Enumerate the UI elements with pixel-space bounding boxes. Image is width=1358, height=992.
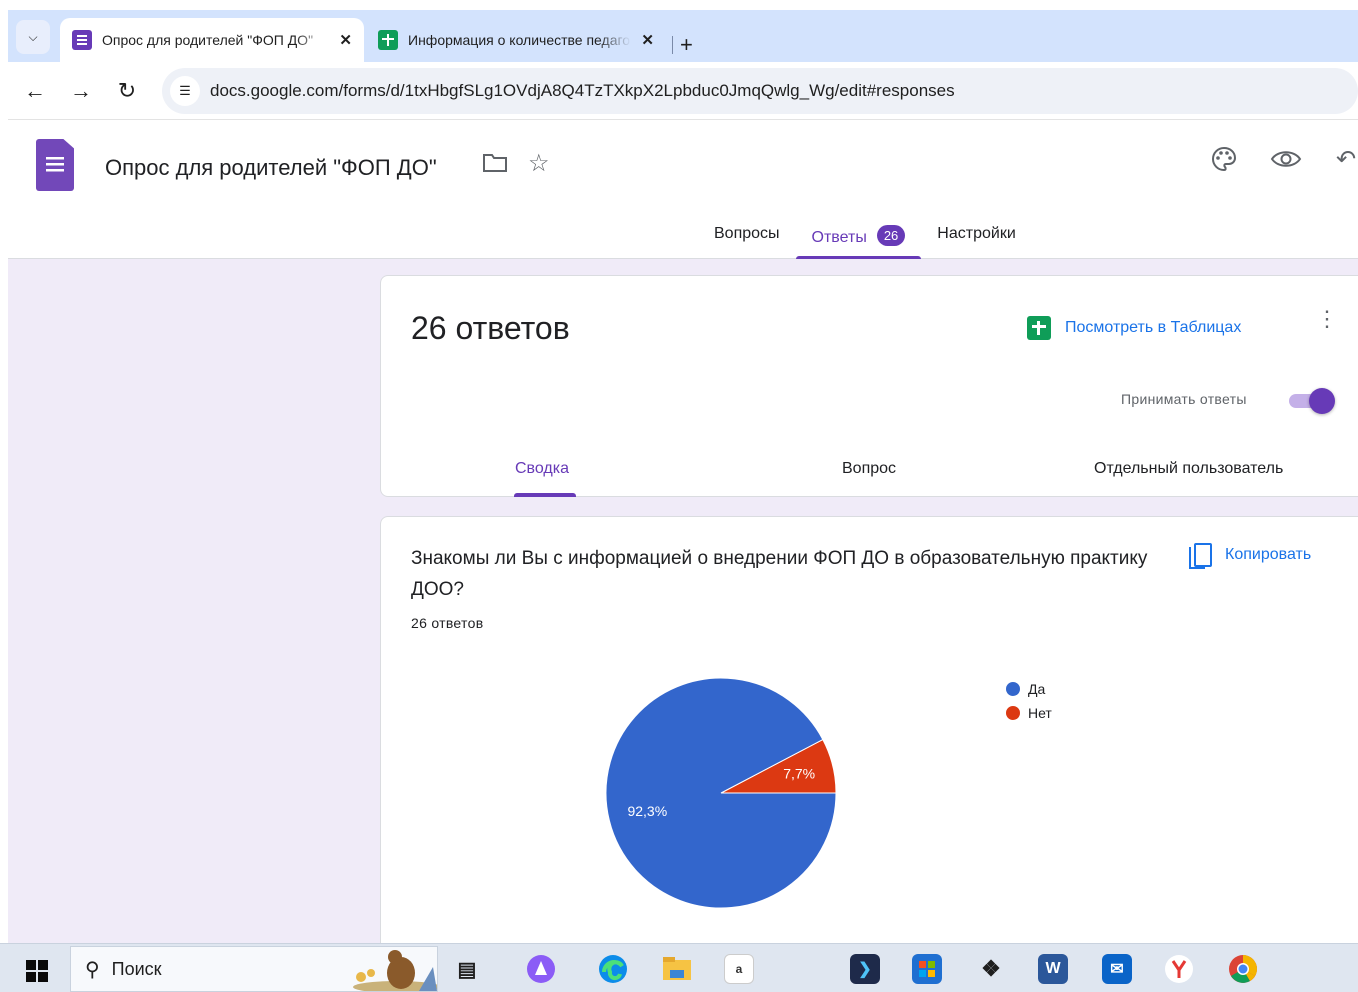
tab-label: Ответы (811, 229, 867, 246)
forward-arrow-icon[interactable]: → (66, 76, 96, 106)
pie-data-label: 7,7% (783, 766, 815, 782)
responses-count-badge: 26 (876, 225, 906, 246)
legend-item[interactable]: Нет (1006, 701, 1052, 725)
tab-divider (672, 36, 673, 54)
tab-settings[interactable]: Настройки (921, 213, 1031, 259)
browser-toolbar: ← → ↻ ☰ docs.google.com/forms/d/1txHbgfS… (8, 62, 1358, 120)
palette-icon[interactable] (1210, 145, 1238, 180)
search-icon: ⚲ (85, 958, 100, 981)
app-a-icon[interactable]: a (724, 954, 754, 984)
reload-icon[interactable]: ↻ (112, 76, 142, 106)
more-options-icon[interactable]: ⋮ (1316, 308, 1338, 330)
screen: ⌵ Опрос для родителей "ФОП ДО" ✕ Информа… (0, 0, 1358, 992)
close-icon[interactable]: ✕ (641, 31, 654, 49)
pie-data-label: 92,3% (627, 803, 667, 819)
dropbox-icon[interactable]: ❖ (976, 954, 1006, 984)
accept-responses-label: Принимать ответы (1121, 391, 1247, 407)
windows-start-icon[interactable] (26, 960, 48, 982)
sheets-icon (378, 30, 398, 50)
alice-icon[interactable] (526, 954, 556, 984)
site-settings-icon[interactable]: ☰ (170, 76, 200, 106)
question-response-count: 26 ответов (411, 615, 484, 631)
folder-icon[interactable] (482, 151, 508, 180)
undo-icon[interactable]: ↶ (1336, 145, 1356, 174)
copy-icon (1189, 543, 1212, 569)
yandex-icon[interactable] (1164, 954, 1194, 984)
tab-responses[interactable]: Ответы 26 (795, 213, 922, 259)
copy-label: Копировать (1225, 546, 1312, 563)
address-bar[interactable]: ☰ docs.google.com/forms/d/1txHbgfSLg1OVd… (162, 68, 1358, 114)
browser-tab-forms[interactable]: Опрос для родителей "ФОП ДО" ✕ (60, 18, 364, 62)
tab-title: Информация о количестве педагогов (408, 32, 632, 48)
pie-slice-yes[interactable] (605, 677, 837, 909)
question-text: Знакомы ли Вы с информацией о внедрении … (411, 548, 1148, 600)
word-icon[interactable]: W (1038, 954, 1068, 984)
responses-summary-card: 26 ответов Посмотреть в Таблицах ⋮ Прини… (380, 275, 1358, 497)
chart-legend: Да Нет (1006, 677, 1052, 725)
responses-count-heading: 26 ответов (411, 310, 570, 346)
subtab-individual[interactable]: Отдельный пользователь (1094, 460, 1283, 478)
toggle-knob (1309, 388, 1335, 414)
form-tabs: Вопросы Ответы 26 Настройки (698, 213, 1032, 259)
store-icon[interactable] (912, 954, 942, 984)
browser-tab-strip: ⌵ Опрос для родителей "ФОП ДО" ✕ Информа… (8, 10, 1358, 62)
file-explorer-icon[interactable] (662, 954, 692, 984)
star-icon[interactable]: ☆ (528, 149, 550, 178)
legend-swatch (1006, 706, 1020, 720)
taskbar-search-box[interactable]: ⚲ Поиск (70, 946, 438, 992)
tab-questions[interactable]: Вопросы (698, 213, 796, 259)
legend-swatch (1006, 682, 1020, 696)
windows-taskbar: ⚲ Поиск ▤ a ❯ ❖ W ✉ (0, 943, 1358, 992)
sheets-icon (1027, 316, 1051, 340)
search-highlight-art-icon (353, 950, 437, 991)
forms-header: Опрос для родителей "ФОП ДО" ☆ ↶ Вопросы… (8, 121, 1358, 259)
subtab-question[interactable]: Вопрос (842, 460, 896, 478)
legend-label: Да (1028, 681, 1046, 697)
copy-chart-button[interactable]: Копировать (1189, 543, 1312, 569)
subtab-summary[interactable]: Сводка (515, 460, 569, 478)
tab-label: Настройки (937, 225, 1016, 242)
forms-icon (72, 30, 92, 50)
view-in-sheets-label: Посмотреть в Таблицах (1065, 319, 1242, 336)
search-placeholder: Поиск (111, 958, 162, 979)
back-arrow-icon[interactable]: ← (20, 76, 50, 106)
question-summary-card: Знакомы ли Вы с информацией о внедрении … (380, 516, 1358, 956)
edge-icon[interactable] (598, 954, 628, 984)
tab-title: Опрос для родителей "ФОП ДО" (102, 32, 314, 48)
chrome-icon[interactable] (1228, 954, 1258, 984)
task-view-icon[interactable]: ▤ (452, 954, 482, 984)
browser-tab-sheets[interactable]: Информация о количестве педагогов ✕ (366, 18, 666, 62)
google-forms-logo-icon[interactable] (36, 139, 74, 191)
form-title[interactable]: Опрос для родителей "ФОП ДО" (105, 155, 437, 181)
terminal-icon[interactable]: ❯ (850, 954, 880, 984)
preview-eye-icon[interactable] (1270, 147, 1302, 178)
view-in-sheets-link[interactable]: Посмотреть в Таблицах (1027, 316, 1241, 340)
legend-item[interactable]: Да (1006, 677, 1052, 701)
url-text[interactable]: docs.google.com/forms/d/1txHbgfSLg1OVdjA… (210, 81, 955, 101)
accept-responses-toggle[interactable] (1287, 388, 1335, 414)
chevron-down-icon: ⌵ (28, 29, 38, 44)
pie-chart: 7,7% 92,3% (605, 677, 837, 909)
legend-label: Нет (1028, 705, 1052, 721)
active-subtab-indicator (514, 493, 576, 497)
new-tab-button[interactable]: + (680, 32, 693, 58)
close-icon[interactable]: ✕ (339, 31, 352, 49)
tab-search-button[interactable]: ⌵ (16, 20, 50, 54)
mail-icon[interactable]: ✉ (1102, 954, 1132, 984)
tab-label: Вопросы (714, 225, 780, 242)
